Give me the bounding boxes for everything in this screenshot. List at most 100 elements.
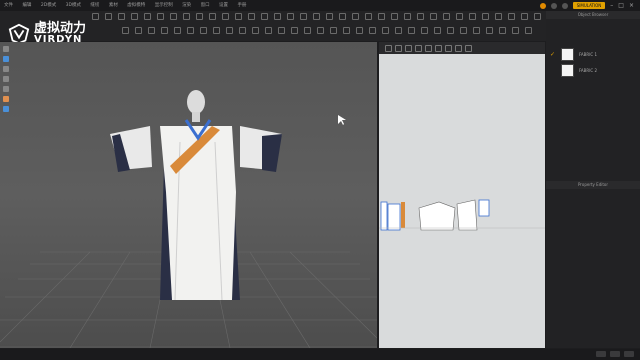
select-icon[interactable] xyxy=(3,56,9,62)
tool-icon[interactable] xyxy=(486,27,493,34)
menu-item-file[interactable]: 文件 xyxy=(0,0,17,11)
menu-item-sewing[interactable]: 缝纫 xyxy=(86,0,103,11)
menu-item-settings[interactable]: 设置 xyxy=(215,0,232,11)
tool-icon[interactable] xyxy=(135,27,142,34)
tool-icon[interactable] xyxy=(404,13,411,20)
menu-item-materials[interactable]: 素材 xyxy=(105,0,122,11)
tool-icon[interactable] xyxy=(443,13,450,20)
tool-icon[interactable] xyxy=(291,27,298,34)
pin-icon[interactable] xyxy=(3,76,9,82)
tool-icon[interactable] xyxy=(326,13,333,20)
tool-icon[interactable] xyxy=(304,27,311,34)
tool-icon[interactable] xyxy=(356,27,363,34)
tool-icon[interactable] xyxy=(92,13,99,20)
tool-icon[interactable] xyxy=(495,13,502,20)
viewport-3d[interactable] xyxy=(0,42,377,348)
tool-icon[interactable] xyxy=(395,45,402,52)
tool-icon[interactable] xyxy=(391,13,398,20)
tool-icon[interactable] xyxy=(455,45,462,52)
tool-icon[interactable] xyxy=(313,13,320,20)
tool-icon[interactable] xyxy=(534,13,541,20)
tool-icon[interactable] xyxy=(447,27,454,34)
menu-item-window[interactable]: 窗口 xyxy=(197,0,214,11)
tool-icon[interactable] xyxy=(460,27,467,34)
simulation-badge[interactable]: SIMULATION xyxy=(572,2,606,9)
tool-icon[interactable] xyxy=(482,13,489,20)
tool-icon[interactable] xyxy=(300,13,307,20)
viewport-2d[interactable] xyxy=(379,42,545,348)
avatar-icon[interactable] xyxy=(3,66,9,72)
tool-icon[interactable] xyxy=(330,27,337,34)
tool-icon[interactable] xyxy=(105,13,112,20)
tool-icon[interactable] xyxy=(465,45,472,52)
tool-icon[interactable] xyxy=(395,27,402,34)
tool-icon[interactable] xyxy=(183,13,190,20)
tool-icon[interactable] xyxy=(161,27,168,34)
menu-item-display[interactable]: 显示控制 xyxy=(151,0,177,11)
brush-icon[interactable] xyxy=(3,86,9,92)
tool-icon[interactable] xyxy=(408,27,415,34)
tool-icon[interactable] xyxy=(174,27,181,34)
tool-icon[interactable] xyxy=(235,13,242,20)
menu-item-edit[interactable]: 编辑 xyxy=(18,0,35,11)
tool-icon[interactable] xyxy=(274,13,281,20)
status-button[interactable] xyxy=(624,351,634,357)
tool-icon[interactable] xyxy=(265,27,272,34)
tool-icon[interactable] xyxy=(456,13,463,20)
menu-item-3d[interactable]: 3D模式 xyxy=(62,0,85,11)
tool-icon[interactable] xyxy=(226,27,233,34)
tool-icon[interactable] xyxy=(157,13,164,20)
help-icon[interactable] xyxy=(550,2,557,9)
tool-icon[interactable] xyxy=(261,13,268,20)
tool-icon[interactable] xyxy=(499,27,506,34)
tool-icon[interactable] xyxy=(365,13,372,20)
tool-icon[interactable] xyxy=(417,13,424,20)
tool-icon[interactable] xyxy=(239,27,246,34)
maximize-icon[interactable]: □ xyxy=(618,0,624,11)
tool-icon[interactable] xyxy=(425,45,432,52)
status-button[interactable] xyxy=(596,351,606,357)
tool-icon[interactable] xyxy=(3,46,9,52)
tool-icon[interactable] xyxy=(352,13,359,20)
tool-icon[interactable] xyxy=(434,27,441,34)
tool-icon[interactable] xyxy=(339,13,346,20)
tool-icon[interactable] xyxy=(287,13,294,20)
tool-icon[interactable] xyxy=(469,13,476,20)
user-icon[interactable] xyxy=(561,2,568,9)
tool-icon[interactable] xyxy=(118,13,125,20)
tool-icon[interactable] xyxy=(122,27,129,34)
tool-icon[interactable] xyxy=(196,13,203,20)
tool-icon[interactable] xyxy=(369,27,376,34)
tool-icon[interactable] xyxy=(508,13,515,20)
menu-item-avatar[interactable]: 虚拟模特 xyxy=(123,0,149,11)
tool-icon[interactable] xyxy=(252,27,259,34)
menu-item-2d[interactable]: 2D模式 xyxy=(37,0,60,11)
tool-icon[interactable] xyxy=(170,13,177,20)
tool-icon[interactable] xyxy=(525,27,532,34)
status-button[interactable] xyxy=(610,351,620,357)
tool-icon[interactable] xyxy=(512,27,519,34)
fabric-item[interactable]: FABRIC 2 xyxy=(550,63,636,77)
tool-icon[interactable] xyxy=(415,45,422,52)
close-icon[interactable]: × xyxy=(629,0,634,11)
tool-icon[interactable] xyxy=(343,27,350,34)
globe-icon[interactable] xyxy=(3,106,9,112)
menu-item-render[interactable]: 渲染 xyxy=(178,0,195,11)
tool-icon[interactable] xyxy=(521,13,528,20)
tool-icon[interactable] xyxy=(148,27,155,34)
tool-icon[interactable] xyxy=(445,45,452,52)
tool-icon[interactable] xyxy=(430,13,437,20)
tool-icon[interactable] xyxy=(144,13,151,20)
tool-icon[interactable] xyxy=(405,45,412,52)
tool-icon[interactable] xyxy=(248,13,255,20)
fabric-item[interactable]: ✓ FABRIC 1 xyxy=(550,47,636,61)
avatar-color-icon[interactable] xyxy=(3,96,9,102)
tool-icon[interactable] xyxy=(278,27,285,34)
tool-icon[interactable] xyxy=(222,13,229,20)
tool-icon[interactable] xyxy=(382,27,389,34)
tool-icon[interactable] xyxy=(200,27,207,34)
tool-icon[interactable] xyxy=(435,45,442,52)
tool-icon[interactable] xyxy=(317,27,324,34)
minimize-icon[interactable]: – xyxy=(610,0,613,11)
tool-icon[interactable] xyxy=(187,27,194,34)
